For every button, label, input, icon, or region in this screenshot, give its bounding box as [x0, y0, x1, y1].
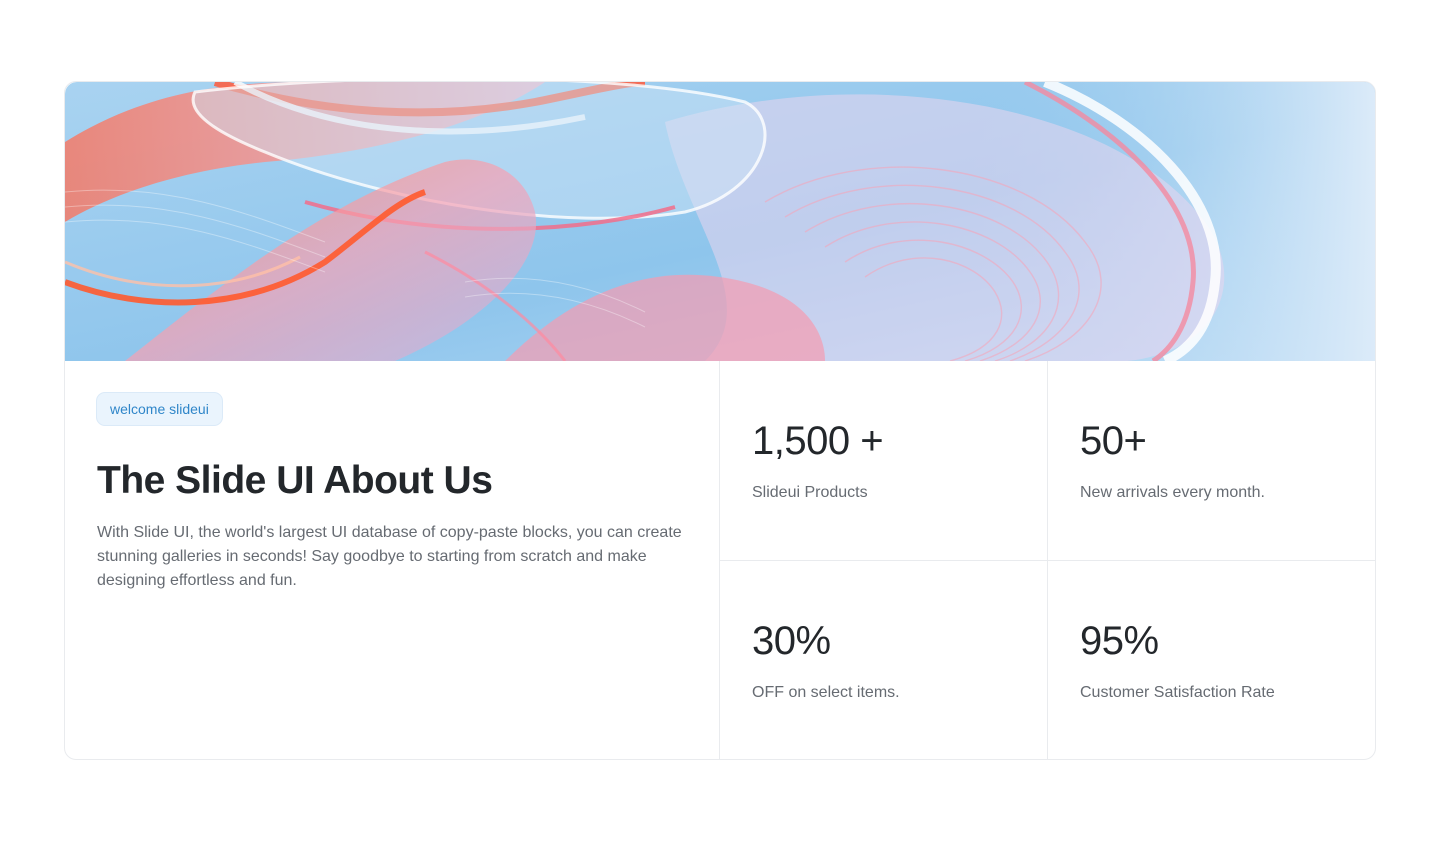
about-content: welcome slideui The Slide UI About Us Wi… — [65, 361, 1375, 759]
stat-satisfaction: 95% Customer Satisfaction Rate — [1048, 561, 1375, 759]
abstract-glass-ribbons-image — [65, 82, 1375, 361]
stat-discount: 30% OFF on select items. — [720, 561, 1048, 759]
stat-products: 1,500 + Slideui Products — [720, 361, 1048, 561]
stat-value: 50+ — [1080, 419, 1147, 463]
page-title: The Slide UI About Us — [97, 459, 493, 502]
stat-value: 1,500 + — [752, 419, 884, 463]
about-description: With Slide UI, the world's largest UI da… — [97, 524, 682, 589]
welcome-badge: welcome slideui — [97, 393, 222, 425]
stat-value: 95% — [1080, 619, 1159, 663]
hero-banner — [65, 82, 1375, 361]
stat-label: OFF on select items. — [752, 684, 900, 701]
stats-grid: 1,500 + Slideui Products 50+ New arrival… — [720, 361, 1375, 759]
about-card: welcome slideui The Slide UI About Us Wi… — [64, 81, 1376, 760]
stat-new-arrivals: 50+ New arrivals every month. — [1048, 361, 1375, 561]
stat-value: 30% — [752, 619, 831, 663]
stat-label: Slideui Products — [752, 484, 868, 501]
about-intro: welcome slideui The Slide UI About Us Wi… — [65, 361, 720, 759]
stat-label: Customer Satisfaction Rate — [1080, 684, 1275, 701]
stat-label: New arrivals every month. — [1080, 484, 1265, 501]
